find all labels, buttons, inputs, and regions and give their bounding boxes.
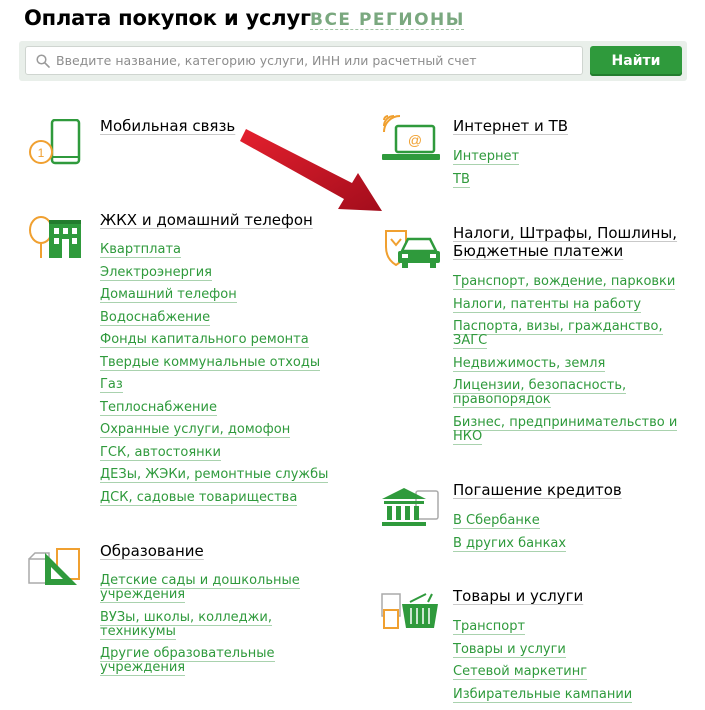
link-water[interactable]: Водоснабжение: [100, 309, 360, 326]
link-other-banks[interactable]: В других банках: [453, 535, 683, 552]
taxes-links: Транспорт, вождение, парковки Налоги, па…: [453, 274, 683, 452]
section-title-mobile[interactable]: Мобильная связь: [100, 117, 235, 135]
svg-text:1: 1: [38, 146, 45, 160]
link-other-education[interactable]: Другие образовательные учреждения: [100, 646, 310, 676]
link-waste[interactable]: Твердые коммунальные отходы: [100, 354, 360, 371]
link-kindergartens[interactable]: Детские сады и дошкольные учреждения: [100, 573, 310, 603]
red-arrow-icon: [240, 129, 382, 211]
link-dez[interactable]: ДЕЗы, ЖЭКи, ремонтные службы: [100, 467, 360, 483]
house-icon: [29, 216, 81, 258]
link-parking[interactable]: ГСК, автостоянки: [100, 444, 360, 461]
link-universities[interactable]: ВУЗы, школы, колледжи, техникумы: [100, 609, 310, 640]
link-passports[interactable]: Паспорта, визы, гражданство, ЗАГС: [453, 319, 683, 349]
link-heating[interactable]: Теплоснабжение: [100, 399, 360, 416]
section-title-housing[interactable]: ЖКХ и домашний телефон: [100, 211, 313, 229]
link-kvartplata[interactable]: Квартплата: [100, 242, 360, 258]
link-home-phone[interactable]: Домашний телефон: [100, 287, 360, 303]
laptop-wifi-icon: @: [382, 115, 440, 160]
svg-text:@: @: [408, 132, 422, 148]
link-taxes-patents[interactable]: Налоги, патенты на работу: [453, 296, 683, 313]
search-input[interactable]: [56, 47, 576, 74]
housing-links: Квартплата Электроэнергия Домашний телеф…: [100, 242, 360, 513]
region-selector-link[interactable]: все регионы: [310, 10, 465, 30]
ruler-triangle-icon: [28, 548, 80, 585]
link-internet[interactable]: Интернет: [453, 149, 683, 165]
credits-links: В Сбербанке В других банках: [453, 513, 683, 559]
link-licenses[interactable]: Лицензии, безопасность, правопорядок: [453, 378, 683, 408]
link-goods-services[interactable]: Товары и услуги: [453, 641, 683, 658]
link-sberbank[interactable]: В Сбербанке: [453, 513, 683, 529]
search-field[interactable]: [25, 46, 583, 75]
link-repair-funds[interactable]: Фонды капитального ремонта: [100, 332, 360, 348]
car-emblem-icon: [385, 230, 440, 268]
link-goods-transport[interactable]: Транспорт: [453, 619, 683, 635]
section-title-credits[interactable]: Погашение кредитов: [453, 481, 622, 499]
link-network-marketing[interactable]: Сетевой маркетинг: [453, 664, 683, 680]
shopping-basket-icon: [381, 593, 438, 629]
link-dsk[interactable]: ДСК, садовые товарищества: [100, 489, 360, 506]
link-security[interactable]: Охранные услуги, домофон: [100, 422, 360, 438]
link-business[interactable]: Бизнес, предпринимательство и НКО: [453, 414, 683, 445]
link-election-campaigns[interactable]: Избирательные кампании: [453, 686, 683, 703]
search-button[interactable]: Найти: [590, 46, 682, 76]
search-icon: [36, 54, 50, 68]
search-bar: Найти: [19, 41, 687, 81]
section-title-education[interactable]: Образование: [100, 542, 204, 560]
section-title-goods[interactable]: Товары и услуги: [453, 587, 583, 605]
link-transport-driving[interactable]: Транспорт, вождение, парковки: [453, 274, 683, 290]
mobile-phone-icon: 1: [29, 119, 81, 165]
bank-building-icon: [382, 488, 439, 526]
link-gas[interactable]: Газ: [100, 377, 360, 393]
link-electricity[interactable]: Электроэнергия: [100, 264, 360, 281]
internet-links: Интернет ТВ: [453, 149, 683, 195]
link-real-estate[interactable]: Недвижимость, земля: [453, 355, 683, 372]
page-title: Оплата покупок и услуг: [24, 6, 311, 30]
link-tv[interactable]: ТВ: [453, 171, 683, 188]
education-links: Детские сады и дошкольные учреждения ВУЗ…: [100, 573, 310, 684]
section-title-internet[interactable]: Интернет и ТВ: [453, 117, 568, 135]
section-title-taxes[interactable]: Налоги, Штрафы, Пошлины, Бюджетные плате…: [453, 224, 683, 260]
goods-links: Транспорт Товары и услуги Сетевой маркет…: [453, 619, 683, 710]
